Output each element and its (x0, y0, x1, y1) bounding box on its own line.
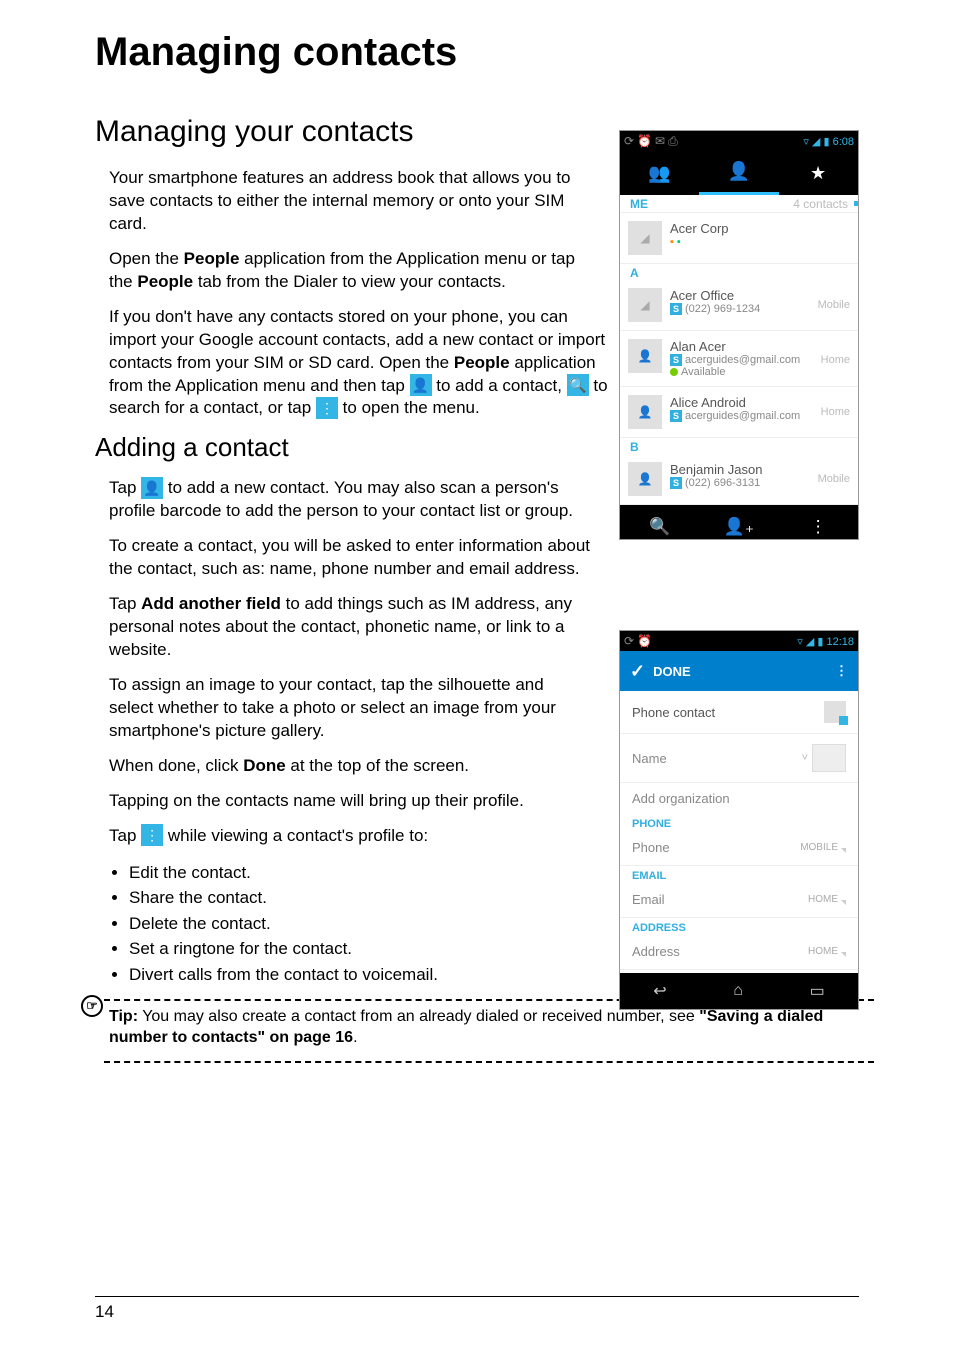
check-icon: ✓ (630, 661, 645, 682)
paragraph-open-people: Open the People application from the App… (109, 248, 581, 294)
sync-icon: ⟳ (624, 134, 634, 148)
address-label: ADDRESS (620, 918, 858, 934)
photo-placeholder[interactable] (812, 744, 846, 772)
battery-icon: ▮ (817, 636, 823, 648)
contact-name: Alan Acer (670, 339, 850, 354)
sync-icon: ⟳ (624, 634, 634, 648)
presence-dot-icon (670, 368, 678, 376)
battery-icon: ▮ (823, 136, 829, 148)
star-icon: ★ (810, 163, 826, 184)
signal-icon: ◢ (806, 636, 814, 648)
nav-bar: ↩ ⌂ ▭ (620, 973, 858, 1009)
tab-groups[interactable]: 👥 (620, 151, 699, 195)
search-button[interactable]: 🔍 (620, 505, 699, 540)
top-tabs: 👥 👤 ★ (620, 151, 858, 195)
contacts-count: 4 contacts (793, 197, 848, 211)
avatar: 👤 (628, 395, 662, 429)
clock-text: 6:08 (833, 136, 854, 148)
add-contact-button[interactable]: 👤₊ (699, 505, 778, 540)
mail-icon: ✉ (655, 134, 665, 148)
email-label: EMAIL (620, 866, 858, 882)
contact-type: Mobile (818, 299, 850, 311)
paragraph-image: To assign an image to your contact, tap … (109, 674, 569, 743)
paragraph-add-field: Tap Add another field to add things such… (109, 593, 609, 662)
groups-icon: 👥 (648, 163, 670, 184)
dropdown-triangle-icon[interactable] (841, 952, 846, 957)
dropdown-triangle-icon[interactable] (841, 848, 846, 853)
paragraph-done: When done, click Done at the top of the … (109, 755, 569, 778)
paragraph-add-contact: Tap 👤 to add a new contact. You may also… (109, 477, 609, 523)
alarm-icon: ⏰ (637, 134, 652, 148)
contact-name: Alice Android (670, 395, 821, 410)
menu-icon: ⋮ (316, 397, 338, 419)
bottom-action-bar: 🔍 👤₊ ⋮ (620, 505, 858, 540)
alarm-icon: ⏰ (637, 634, 652, 648)
screenshot-contacts-list: ⟳⏰✉⎙ ▿ ◢ ▮ 6:08 👥 👤 ★ ME 4 contacts ◢ Ac… (619, 130, 859, 540)
status-bar: ⟳⏰ ▿ ◢ ▮ 12:18 (620, 631, 858, 651)
phone-label: PHONE (620, 814, 858, 830)
done-bar: ✓DONE ⋮ (620, 651, 858, 691)
add-contact-icon: 👤 (410, 374, 432, 396)
contact-row[interactable]: 👤 Alan Acer Sacerguides@gmail.comHome Av… (620, 331, 858, 387)
tab-contacts[interactable]: 👤 (699, 151, 778, 195)
tab-favorites[interactable]: ★ (779, 151, 858, 195)
address-field[interactable]: Address HOME (620, 934, 858, 970)
contact-type: Home (821, 406, 850, 418)
contact-type-icon (824, 701, 846, 723)
contact-type: Mobile (818, 473, 850, 485)
contact-name: Acer Office (670, 288, 818, 303)
overflow-button[interactable]: ⋮ (835, 663, 848, 679)
contact-row[interactable]: ◢ Acer Corp ▪▪ (620, 213, 858, 264)
menu-icon: ⋮ (141, 824, 163, 846)
usb-icon: ⎙ (668, 134, 678, 148)
home-button[interactable]: ⌂ (733, 982, 743, 1000)
overflow-button[interactable]: ⋮ (779, 505, 858, 540)
page-number: 14 (95, 1302, 114, 1322)
skype-icon: S (670, 354, 682, 366)
phone-field[interactable]: Phone MOBILE (620, 830, 858, 866)
chevron-down-icon[interactable]: ˅ (802, 752, 808, 764)
section-letter-a: A (620, 264, 858, 280)
skype-icon: S (670, 477, 682, 489)
contact-row[interactable]: 👤 Benjamin Jason S(022) 696-3131 Mobile (620, 454, 858, 505)
clock-text: 12:18 (826, 636, 854, 648)
avatar: ◢ (628, 221, 662, 255)
add-contact-icon: 👤 (141, 477, 163, 499)
paragraph-create: To create a contact, you will be asked t… (109, 535, 609, 581)
contact-row[interactable]: ◢ Acer Office S(022) 969-1234 Mobile (620, 280, 858, 331)
account-row[interactable]: Phone contact (620, 691, 858, 734)
section-letter-b: B (620, 438, 858, 454)
avatar: 👤 (628, 339, 662, 373)
add-organization[interactable]: Add organization (620, 783, 858, 814)
screenshot-add-contact: ⟳⏰ ▿ ◢ ▮ 12:18 ✓DONE ⋮ Phone contact Nam… (619, 630, 859, 1010)
email-field[interactable]: Email HOME (620, 882, 858, 918)
contact-name: Acer Corp (670, 221, 850, 236)
name-field[interactable]: Name ˅ (620, 734, 858, 783)
status-bar: ⟳⏰✉⎙ ▿ ◢ ▮ 6:08 (620, 131, 858, 151)
tip-icon: ☞ (81, 995, 103, 1017)
paragraph-import: If you don't have any contacts stored on… (109, 306, 609, 421)
paragraph-intro: Your smartphone features an address book… (109, 167, 581, 236)
recents-button[interactable]: ▭ (810, 981, 825, 1001)
avatar: 👤 (628, 462, 662, 496)
signal-icon: ◢ (812, 136, 820, 148)
contact-row[interactable]: 👤 Alice Android Sacerguides@gmail.com Ho… (620, 387, 858, 438)
search-icon: 🔍 (567, 374, 589, 396)
skype-icon: S (670, 303, 682, 315)
back-button[interactable]: ↩ (653, 981, 666, 1001)
person-icon: 👤 (728, 161, 750, 182)
avatar: ◢ (628, 288, 662, 322)
wifi-icon: ▿ (803, 136, 809, 148)
me-label: ME (630, 197, 648, 211)
me-row[interactable]: ME 4 contacts (620, 195, 858, 213)
contact-name: Benjamin Jason (670, 462, 818, 477)
skype-icon: S (670, 410, 682, 422)
dropdown-triangle-icon[interactable] (841, 900, 846, 905)
done-button[interactable]: ✓DONE (630, 661, 691, 682)
doc-title: Managing contacts (95, 30, 859, 75)
wifi-icon: ▿ (797, 636, 803, 648)
